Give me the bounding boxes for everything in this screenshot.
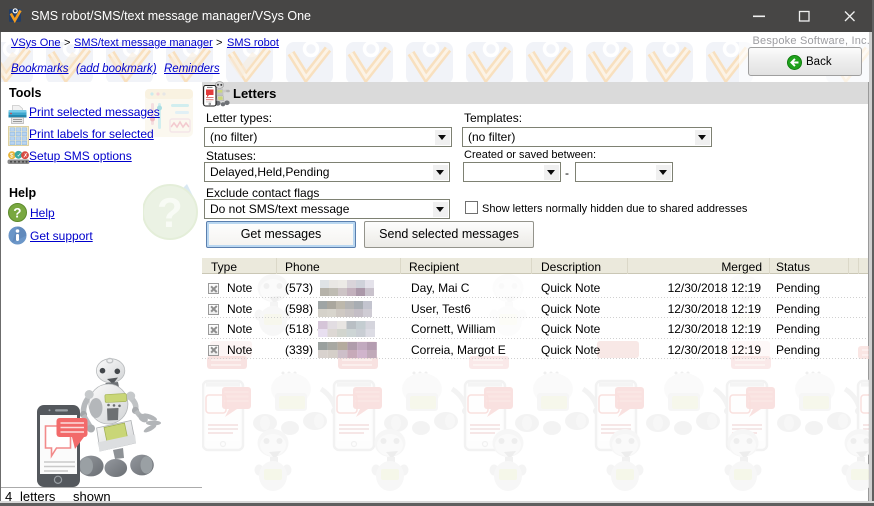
svg-text:✓: ✓ <box>17 153 22 159</box>
svg-text:✗: ✗ <box>23 152 28 159</box>
svg-text:?: ? <box>13 206 21 221</box>
svg-text:?: ? <box>157 189 183 236</box>
